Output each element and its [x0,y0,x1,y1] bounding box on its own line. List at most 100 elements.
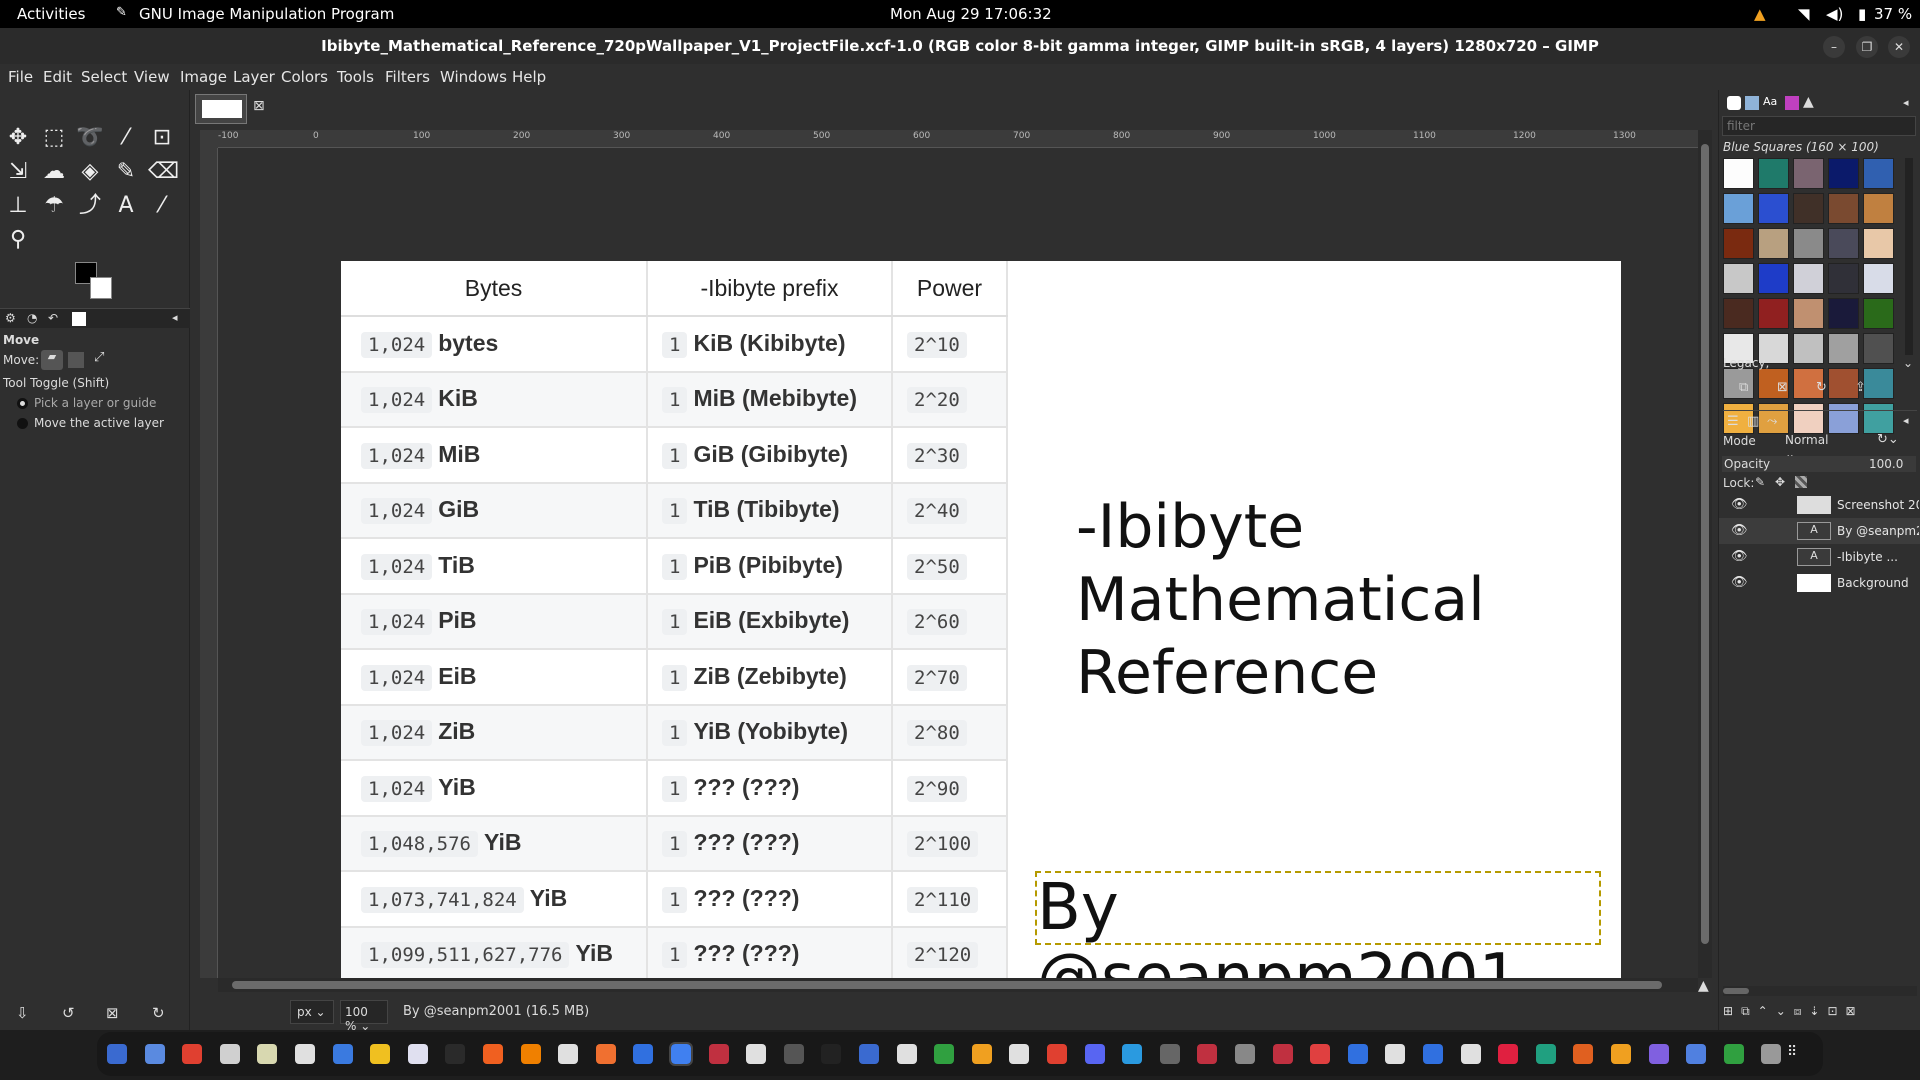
close-icon[interactable]: ✕ [1888,36,1910,58]
taskbar-app-icon[interactable] [182,1044,203,1064]
taskbar-app-icon[interactable] [1159,1044,1180,1064]
undo-history-tab-icon[interactable]: ↶ [48,311,58,325]
reset-options-icon[interactable]: ↻ [152,1004,165,1022]
menu-view[interactable]: View [134,68,170,86]
smudge-tool-icon[interactable]: ☂ [40,192,68,220]
vertical-scroll-thumb[interactable] [1701,144,1709,944]
pattern-swatch[interactable] [1758,228,1789,259]
battery-icon[interactable]: ▮ [1858,5,1866,23]
taskbar-app-icon[interactable] [295,1044,315,1064]
channels-tab-icon[interactable]: ▥ [1747,414,1759,429]
minimize-icon[interactable]: – [1823,36,1845,58]
menu-tools[interactable]: Tools [337,68,374,86]
update-warning-icon[interactable]: ▲ [1754,5,1766,23]
pattern-swatch[interactable] [1758,158,1789,189]
move-selection-mode-icon[interactable] [68,352,84,368]
pattern-swatch[interactable] [1758,298,1789,329]
wifi-icon[interactable]: ◥ [1798,5,1810,23]
menu-file[interactable]: File [8,68,33,86]
layers-horizontal-scrollbar[interactable] [1723,986,1917,996]
switch-mode-icon[interactable]: ↻⌄ [1877,432,1899,447]
eye-icon[interactable]: 👁 [1731,575,1748,590]
taskbar-app-icon[interactable] [1047,1044,1067,1064]
transform-tool-icon[interactable]: ⇲ [4,158,32,186]
delete-pattern-icon[interactable]: ⊠ [1777,380,1788,395]
images-tab-icon[interactable] [72,312,86,326]
taskbar-app-icon[interactable] [1310,1044,1331,1064]
text-tool-icon[interactable]: A [112,192,140,220]
taskbar-app-icon[interactable] [144,1044,165,1064]
taskbar-app-icon[interactable] [669,1042,693,1066]
menu-windows[interactable]: Windows [440,68,507,86]
device-status-tab-icon[interactable]: ◔ [27,311,37,325]
menu-layer[interactable]: Layer [233,68,275,86]
lock-position-icon[interactable]: ✥ [1775,475,1785,489]
delete-layer-icon[interactable]: ⊠ [1846,1004,1864,1018]
eye-icon[interactable]: 👁 [1731,497,1748,512]
pattern-swatch[interactable] [1828,158,1859,189]
taskbar-app-icon[interactable] [896,1044,917,1064]
eye-icon[interactable]: 👁 [1731,523,1748,538]
pattern-swatch[interactable] [1723,263,1754,294]
pattern-swatch[interactable] [1758,263,1789,294]
taskbar-app-icon[interactable] [1084,1044,1105,1064]
pattern-swatch[interactable] [1793,298,1824,329]
raise-layer-icon[interactable]: ⌃ [1758,1004,1776,1018]
taskbar-app-icon[interactable] [107,1044,127,1064]
lower-layer-icon[interactable]: ⌄ [1776,1004,1794,1018]
image-tab-close-icon[interactable]: ⊠ [253,98,265,114]
menu-filters[interactable]: Filters [385,68,430,86]
taskbar-app-icon[interactable] [708,1044,729,1064]
paths-tool-icon[interactable]: ⤴ [76,192,104,220]
taskbar-app-icon[interactable] [219,1044,240,1064]
taskbar-app-icon[interactable] [445,1044,466,1064]
taskbar-app-icon[interactable] [783,1044,804,1064]
taskbar-app-icon[interactable] [370,1044,391,1064]
rect-select-tool-icon[interactable]: ⬚ [40,124,68,152]
taskbar-app-icon[interactable] [1235,1044,1255,1064]
zoom-tool-icon[interactable]: ⚲ [4,226,32,254]
refresh-patterns-icon[interactable]: ↻ [1816,380,1827,395]
lasso-tool-icon[interactable]: ➰ [76,124,104,152]
horizontal-scroll-thumb[interactable] [232,981,1662,989]
restore-options-icon[interactable]: ↺ [62,1004,75,1022]
color-picker-tool-icon[interactable]: ⁄ [148,192,176,220]
taskbar-app-icon[interactable] [821,1044,842,1064]
menu-help[interactable]: Help [512,68,546,86]
tab-menu-icon[interactable]: ◂ [172,311,178,324]
taskbar-app-icon[interactable] [1460,1044,1481,1064]
taskbar-app-icon[interactable] [1686,1044,1707,1064]
eraser-tool-icon[interactable]: ⌫ [148,158,179,186]
taskbar-app-icon[interactable] [1009,1044,1030,1064]
clock[interactable]: Mon Aug 29 17:06:32 [890,5,1052,23]
taskbar-app-icon[interactable] [1122,1044,1143,1064]
crop-tool-icon[interactable]: ⊡ [148,124,176,152]
fonts-tab-icon[interactable]: Aa [1763,95,1777,108]
move-tool-icon[interactable]: ✥ [4,124,32,152]
bucket-fill-tool-icon[interactable]: ◈ [76,158,104,186]
preset-select[interactable]: Legacy, ⌄ [1723,356,1917,376]
horizontal-scrollbar[interactable] [218,978,1698,992]
taskbar-app-icon[interactable] [257,1044,278,1064]
tool-options-tab-icon[interactable]: ⚙ [5,311,16,325]
lock-pixels-icon[interactable]: ✎ [1755,475,1765,489]
layer-row[interactable]: 👁 A -Ibibyte ... [1719,544,1920,570]
opacity-slider[interactable]: Opacity 100.0 [1722,456,1916,472]
pattern-swatch[interactable] [1863,158,1894,189]
vertical-ruler[interactable] [200,148,218,978]
canvas-viewport[interactable]: Bytes -Ibibyte prefix Power 1,024 bytes 1 K… [218,148,1698,978]
taskbar-app-icon[interactable] [1535,1044,1556,1064]
app-menu-label[interactable]: GNU Image Manipulation Program [139,5,394,23]
taskbar-app-icon[interactable] [1385,1044,1406,1064]
taskbar-app-icon[interactable] [746,1044,767,1064]
paintbrush-tool-icon[interactable]: ✎ [112,158,140,186]
maximize-icon[interactable]: ❐ [1856,36,1878,58]
menu-image[interactable]: Image [180,68,227,86]
taskbar-app-icon[interactable] [1423,1044,1443,1064]
paths-tab-icon[interactable]: ⤳ [1767,414,1777,429]
unit-select[interactable]: px ⌄ [290,1000,334,1024]
layers-tab-icon[interactable]: ☰ [1727,414,1739,429]
show-apps-icon[interactable]: ⠿ [1787,1044,1807,1064]
zoom-select[interactable]: 100 % ⌄ [340,1000,388,1033]
pick-layer-radio[interactable] [17,398,28,409]
